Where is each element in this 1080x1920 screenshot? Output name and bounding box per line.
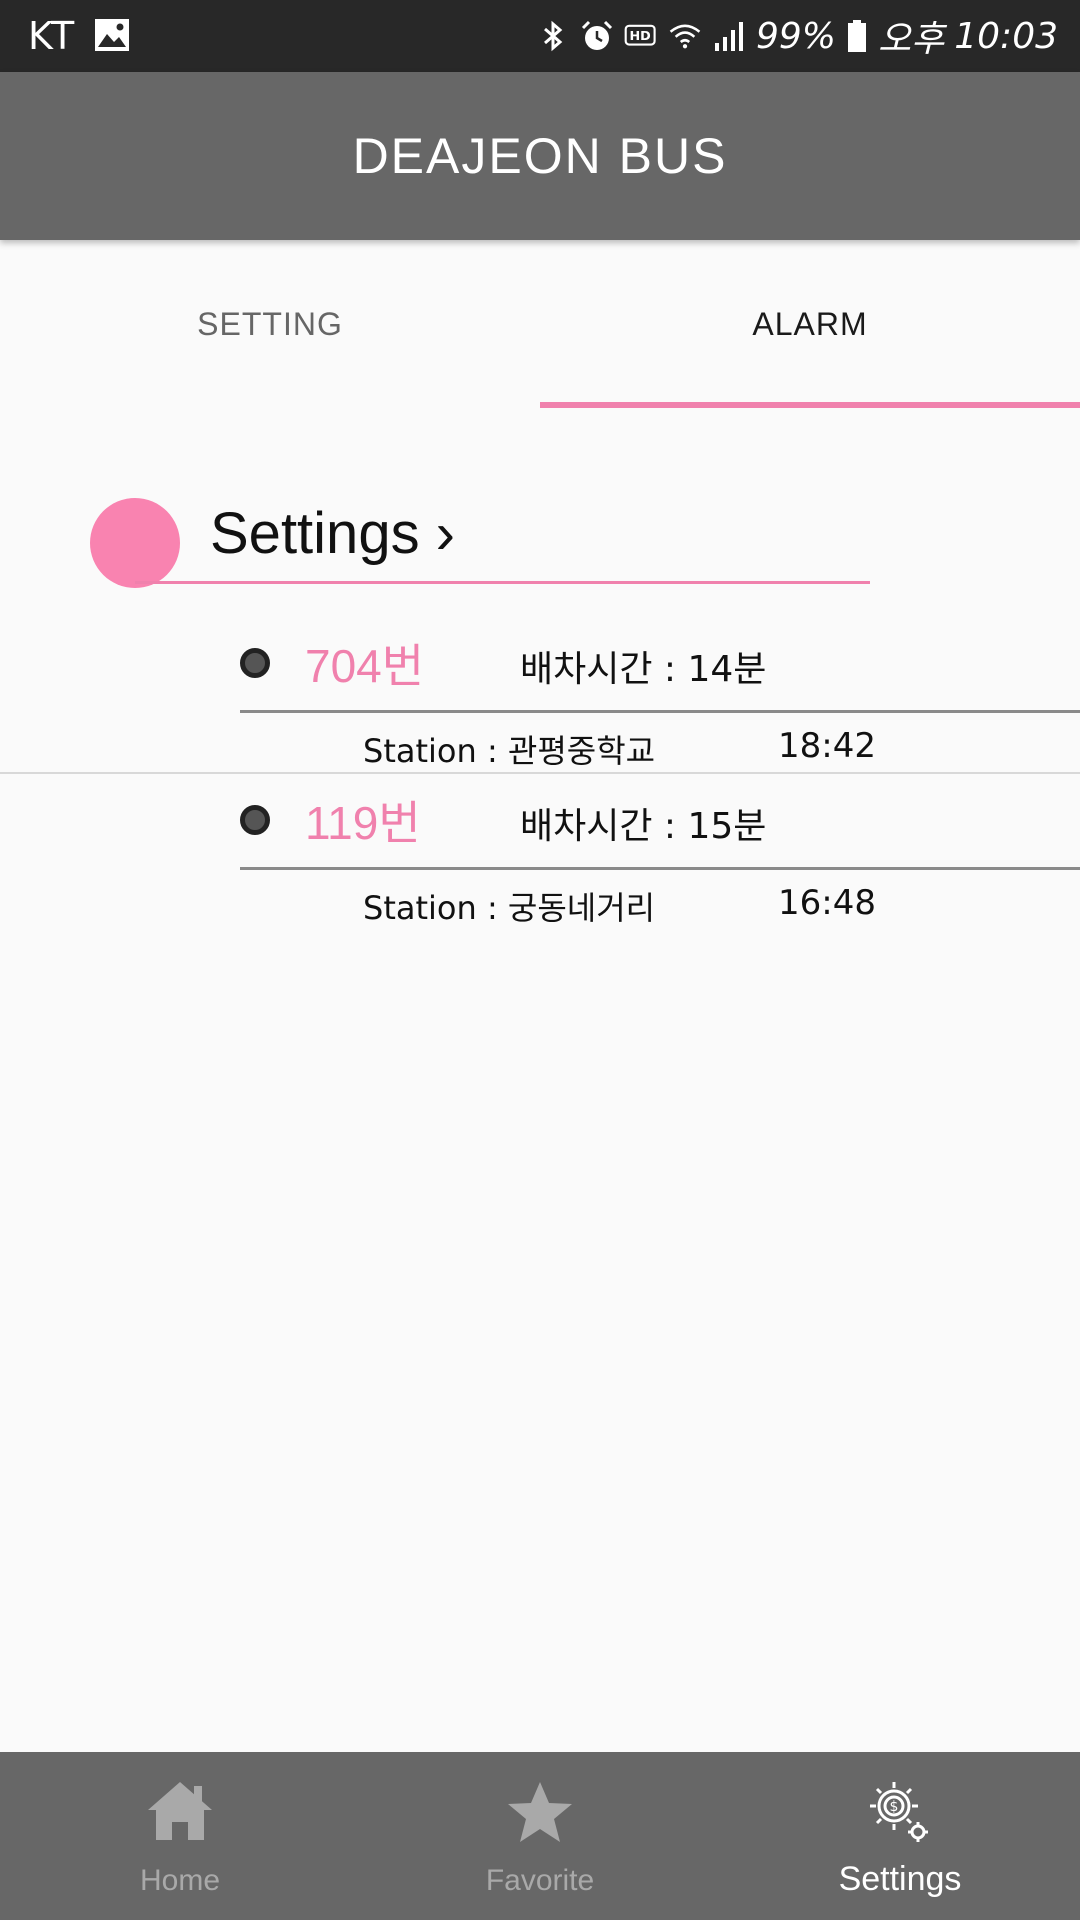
- list-separator: [0, 772, 1080, 774]
- station-label: Station : 관평중학교: [363, 732, 656, 770]
- item-divider: [240, 867, 1080, 870]
- nav-home-label: Home: [139, 1864, 221, 1897]
- arrival-time: 18:42: [778, 726, 876, 766]
- clock: 10:03: [954, 15, 1058, 57]
- nav-favorite[interactable]: Favorite: [360, 1752, 720, 1920]
- alarm-icon: [581, 20, 613, 50]
- gallery-icon: [95, 19, 129, 51]
- nav-home[interactable]: Home: [0, 1752, 360, 1920]
- battery-icon: [848, 20, 866, 52]
- svg-text:HD: HD: [630, 29, 651, 44]
- status-icons: HD 99% 오후 10:03: [536, 14, 1058, 60]
- bullet-icon: [240, 805, 270, 835]
- section-title[interactable]: Settings ›: [210, 500, 455, 567]
- bus-number: 119번: [305, 797, 421, 849]
- alarm-item[interactable]: 704번 배차시간 : 14분 Station : 관평중학교 18:42: [0, 620, 1080, 776]
- tab-setting[interactable]: SETTING: [0, 240, 540, 408]
- status-bar: KT HD 99% 오후 10:03: [0, 0, 1080, 72]
- section-dot: [90, 498, 180, 588]
- battery-percent: 99%: [755, 15, 836, 57]
- section-underline: [135, 581, 870, 584]
- bullet-icon: [240, 648, 270, 678]
- nav-settings[interactable]: $ Settings: [720, 1752, 1080, 1920]
- bus-number: 704번: [305, 640, 425, 692]
- tab-alarm[interactable]: ALARM: [540, 240, 1080, 408]
- wifi-icon: [669, 24, 701, 49]
- hd-icon: HD: [624, 24, 656, 46]
- item-divider: [240, 710, 1080, 713]
- app-title: DEAJEON BUS: [352, 128, 728, 184]
- arrival-time: 16:48: [778, 883, 876, 923]
- app-bar: DEAJEON BUS: [0, 72, 1080, 240]
- bluetooth-icon: [544, 20, 563, 52]
- bus-interval: 배차시간 : 14분: [520, 649, 767, 690]
- nav-favorite-label: Favorite: [485, 1864, 595, 1897]
- svg-text:$: $: [890, 1799, 899, 1815]
- clock-ampm: 오후: [878, 19, 945, 60]
- home-icon: [148, 1782, 212, 1840]
- station-label: Station : 궁동네거리: [363, 889, 656, 927]
- bus-interval: 배차시간 : 15분: [520, 806, 767, 847]
- tab-bar: SETTING ALARM: [0, 240, 1080, 408]
- signal-icon: [714, 22, 743, 51]
- star-icon: [508, 1782, 572, 1842]
- carrier-label: KT: [28, 14, 76, 58]
- bottom-navigation: Home Favorite $ Settings: [0, 1752, 1080, 1920]
- nav-settings-label: Settings: [838, 1860, 962, 1898]
- gear-icon: $: [870, 1782, 928, 1842]
- alarm-item[interactable]: 119번 배차시간 : 15분 Station : 궁동네거리 16:48: [0, 777, 1080, 933]
- tab-indicator: [540, 402, 1080, 408]
